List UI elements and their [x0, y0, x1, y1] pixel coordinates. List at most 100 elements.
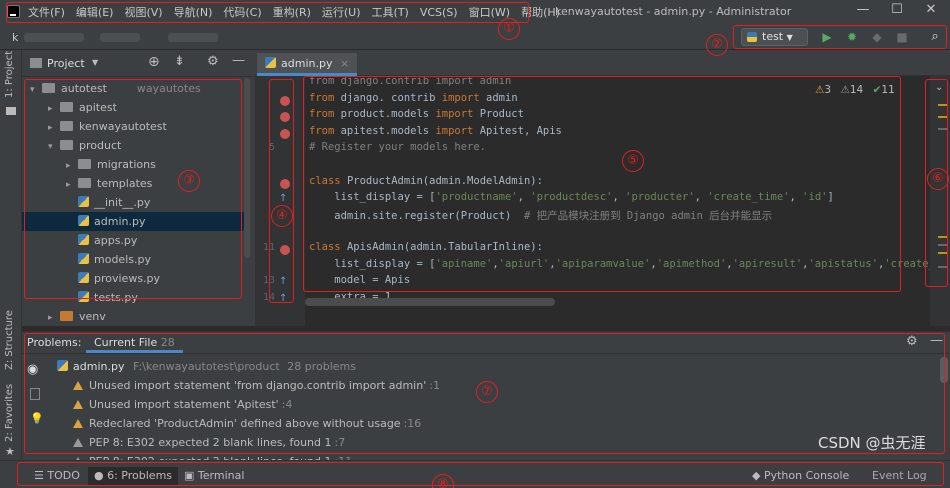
chevron-icon[interactable]: ▸: [48, 309, 60, 328]
hide-icon[interactable]: —: [232, 53, 245, 68]
menu-item[interactable]: 工具(T): [372, 4, 409, 20]
bulb-icon[interactable]: 💡: [30, 412, 44, 425]
favorites-tool-button[interactable]: 2: Favorites: [4, 384, 15, 442]
tree-item[interactable]: ▾ product: [22, 136, 248, 155]
code-line[interactable]: from django. contrib import admin: [309, 92, 518, 104]
close-icon[interactable]: ✕: [921, 2, 941, 20]
maximize-icon[interactable]: ☐: [887, 2, 907, 20]
warning-mark[interactable]: [938, 236, 948, 238]
annotation-number-1: ①: [498, 18, 520, 40]
code-line[interactable]: list_display = ['productname', 'productd…: [309, 191, 834, 203]
warning-mark[interactable]: [938, 252, 948, 254]
menu-item[interactable]: 导航(N): [174, 4, 213, 20]
tree-item[interactable]: models.py: [22, 250, 248, 269]
tree-item[interactable]: tests.py: [22, 288, 248, 307]
coverage-icon[interactable]: ◆: [868, 28, 886, 46]
chevron-down-icon[interactable]: ▼: [92, 58, 98, 67]
project-view-select[interactable]: Project: [47, 57, 85, 70]
code-token: from: [309, 124, 341, 137]
code-line[interactable]: from product.models import Product: [309, 108, 524, 120]
tree-item[interactable]: ▸ venv: [22, 307, 248, 326]
menu-item[interactable]: 重构(R): [273, 4, 311, 20]
code-editor[interactable]: from django.contrib import admin from dja…: [305, 76, 930, 326]
stop-icon[interactable]: ■: [893, 28, 911, 46]
problem-row[interactable]: PEP 8: E302 expected 2 blank lines, foun…: [73, 433, 345, 452]
code-line[interactable]: list_display = ['apiname','apiurl','apip…: [309, 258, 930, 270]
locate-icon[interactable]: ⊕: [148, 54, 160, 70]
tool-tab-terminal[interactable]: ▣ Terminal: [178, 467, 250, 485]
problem-row[interactable]: Unused import statement 'from django.con…: [73, 376, 440, 395]
code-token: 'productname': [435, 191, 518, 204]
menu-item[interactable]: 视图(V): [124, 4, 162, 20]
weak-mark[interactable]: [938, 244, 948, 246]
inspection-widget[interactable]: ⚠3 ⚠14 ✔11: [815, 84, 895, 96]
project-tool-button[interactable]: 1: Project: [4, 51, 15, 98]
tree-item[interactable]: ▸ kenwayautotest: [22, 117, 248, 136]
scrollbar[interactable]: [940, 357, 948, 383]
override-icon[interactable]: ↑: [279, 293, 289, 304]
breakpoint-icon[interactable]: [280, 112, 290, 123]
problem-location: :1: [429, 379, 440, 392]
weak-mark[interactable]: [938, 266, 948, 268]
problem-row[interactable]: Redeclared 'ProductAdmin' defined above …: [73, 414, 421, 433]
structure-tool-button[interactable]: Z: Structure: [4, 310, 15, 370]
warning-mark[interactable]: [938, 116, 948, 118]
menu-item[interactable]: 编辑(E): [76, 4, 114, 20]
gear-icon[interactable]: ⚙: [906, 334, 918, 349]
hide-icon[interactable]: —: [930, 333, 943, 348]
tool-tab-event-log[interactable]: Event Log: [866, 467, 933, 485]
breadcrumb[interactable]: k: [12, 31, 18, 44]
menu-item[interactable]: 窗口(W): [469, 4, 510, 20]
chevron-down-icon[interactable]: ⌄: [935, 82, 943, 93]
run-icon[interactable]: ▶: [818, 28, 836, 46]
tree-item[interactable]: ▸ apitest: [22, 98, 248, 117]
code-line[interactable]: from apitest.models import Apitest, Apis: [309, 125, 562, 137]
problem-row[interactable]: Unused import statement 'Apitest':4: [73, 395, 292, 414]
tool-tab-python-console[interactable]: ◆ Python Console: [746, 467, 855, 485]
tab-current-file[interactable]: Current File 28: [86, 332, 183, 353]
tree-item[interactable]: ▸ templates: [22, 174, 248, 193]
menu-item[interactable]: VCS(S): [420, 6, 458, 19]
code-line[interactable]: from django.contrib import admin: [309, 76, 511, 87]
tree-item[interactable]: proviews.py: [22, 269, 248, 288]
warning-mark[interactable]: [938, 104, 948, 106]
code-line[interactable]: model = Apis: [309, 274, 410, 286]
close-tab-icon[interactable]: ×: [340, 57, 349, 70]
menu-item[interactable]: 运行(U): [322, 4, 361, 20]
horizontal-scrollbar[interactable]: [305, 298, 555, 306]
eye-icon[interactable]: ◉: [27, 362, 38, 377]
debug-icon[interactable]: ✹: [843, 28, 861, 46]
tree-item[interactable]: ▸ migrations: [22, 155, 248, 174]
preview-icon[interactable]: [30, 388, 40, 400]
breakpoint-icon[interactable]: [280, 245, 290, 255]
weak-mark[interactable]: [938, 128, 948, 130]
code-line[interactable]: # Register your models here.: [309, 141, 486, 153]
scrollbar[interactable]: [244, 78, 250, 258]
editor-gutter[interactable]: 5 ↑ 11 13 ↑ 14 ↑: [255, 76, 305, 326]
code-line[interactable]: class ApisAdmin(admin.TabularInline):: [309, 241, 543, 253]
search-icon[interactable]: ⌕: [926, 28, 944, 46]
override-icon[interactable]: ↑: [279, 276, 289, 287]
tree-item[interactable]: __init__.py: [22, 193, 248, 212]
tool-tab-problems[interactable]: ● 6: Problems: [88, 467, 179, 485]
collapse-all-icon[interactable]: ⇟: [174, 54, 185, 69]
code-line[interactable]: class ProductAdmin(admin.ModelAdmin):: [309, 175, 543, 187]
gear-icon[interactable]: ⚙: [207, 54, 219, 69]
minimize-icon[interactable]: —: [853, 2, 873, 20]
problem-file-row[interactable]: admin.py F:\kenwayautotest\product 28 pr…: [57, 357, 356, 376]
menu-item[interactable]: 代码(C): [223, 4, 261, 20]
breakpoint-icon[interactable]: [280, 95, 290, 106]
tool-tab-todo[interactable]: ☰ TODO: [28, 467, 86, 485]
tree-item[interactable]: admin.py: [22, 212, 248, 231]
breakpoint-icon[interactable]: [280, 128, 290, 139]
menu-item[interactable]: 文件(F): [28, 4, 65, 20]
code-line[interactable]: admin.site.register(Product) # 把产品模块注册到 …: [309, 208, 772, 223]
tab-admin-py[interactable]: admin.py ×: [257, 53, 358, 76]
error-stripe[interactable]: ⌄: [930, 76, 950, 326]
breakpoint-icon[interactable]: [280, 178, 290, 189]
tree-item[interactable]: apps.py: [22, 231, 248, 250]
folder-icon: [60, 121, 73, 131]
run-config-select[interactable]: test ▼: [741, 28, 808, 46]
tree-item[interactable]: ▾ autotest wayautotes: [22, 79, 248, 98]
override-icon[interactable]: ↑: [279, 193, 289, 204]
